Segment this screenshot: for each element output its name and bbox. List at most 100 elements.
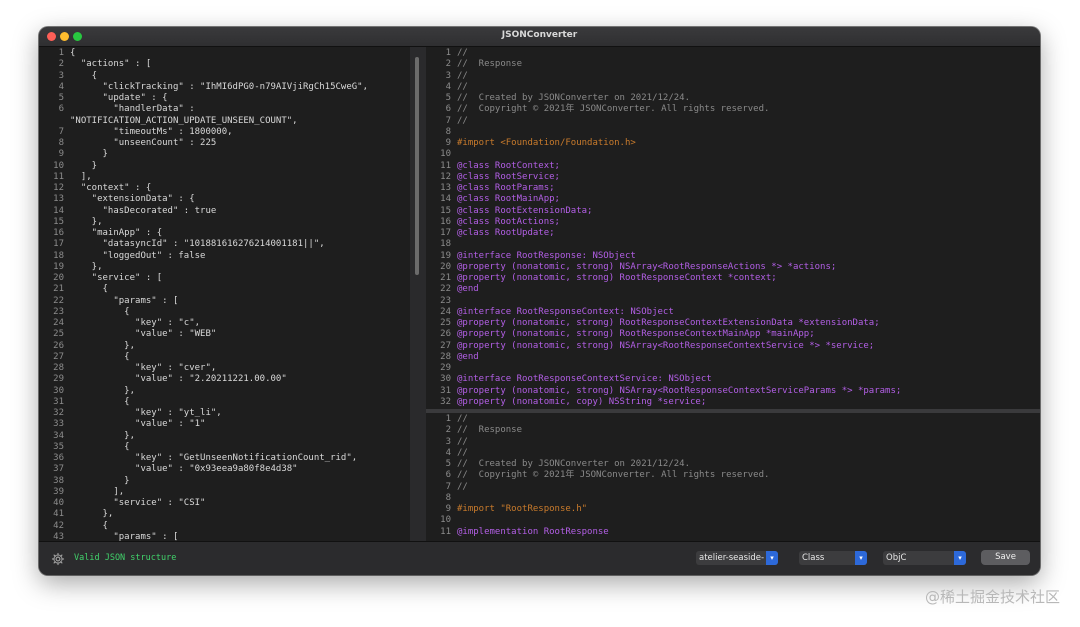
header-output-editor[interactable]: 1 // 2 // Response 3 // 4 // 5 // Created by JSON… <box>426 47 1040 409</box>
line-number: 4 <box>445 81 451 92</box>
line-number: 29 <box>53 374 64 385</box>
line-text: }, <box>70 261 103 272</box>
code-line: 12 @class RootService; <box>426 172 901 183</box>
code-line: 20 "service" : [ <box>39 273 368 284</box>
bottom-toolbar: Valid JSON structure atelier-seaside- ▾ … <box>39 541 1040 575</box>
line-number: 33 <box>53 419 64 430</box>
line-number: 30 <box>53 385 64 396</box>
code-line: 28 "key" : "cver", <box>39 363 368 374</box>
line-number: 39 <box>53 486 64 497</box>
code-line: 8 <box>426 493 769 504</box>
code-line: 27 @property (nonatomic, strong) NSArray<… <box>426 341 901 352</box>
line-text: { <box>70 441 130 452</box>
line-number: 14 <box>440 194 451 205</box>
code-line: 15 @class RootExtensionData; <box>426 206 901 217</box>
line-text: // Response <box>457 425 523 436</box>
code-line: "NOTIFICATION_ACTION_UPDATE_UNSEEN_COUNT… <box>39 116 368 127</box>
line-text: // <box>457 70 468 81</box>
line-number: 43 <box>53 531 64 541</box>
code-line: 5 "update" : { <box>39 93 368 104</box>
line-number: 21 <box>53 284 64 295</box>
line-text: // <box>457 115 468 126</box>
line-number: 8 <box>445 492 451 503</box>
line-text: // <box>457 414 468 424</box>
header-code-lines: 1 // 2 // Response 3 // 4 // 5 // Created by JSON… <box>426 48 901 408</box>
line-text: // <box>457 481 468 492</box>
line-text: "params" : [ <box>70 295 179 306</box>
code-line: 16 @class RootActions; <box>426 217 901 228</box>
line-number: 10 <box>440 149 451 160</box>
line-number: 14 <box>53 205 64 216</box>
line-number: 32 <box>53 408 64 418</box>
app-window: JSONConverter 1{2 "actions" : [3 {4 "cli… <box>39 27 1040 575</box>
line-number: 36 <box>53 453 64 463</box>
code-line: 18 <box>426 239 901 250</box>
line-number: 12 <box>440 171 451 182</box>
line-text: @class RootContext; <box>457 160 560 171</box>
line-text: @class RootMainApp; <box>457 194 560 205</box>
code-line: 41 }, <box>39 509 368 520</box>
line-text: { <box>70 306 130 317</box>
code-line: 9 #import "RootResponse.h" <box>426 504 769 515</box>
line-number: 16 <box>440 216 451 227</box>
code-line: 19 }, <box>39 262 368 273</box>
line-number: 7 <box>445 481 451 492</box>
code-line: 23 <box>426 296 901 307</box>
line-number: 9 <box>58 149 64 160</box>
vertical-splitter[interactable] <box>410 47 426 541</box>
code-line: 26 }, <box>39 341 368 352</box>
chevron-down-icon: ▾ <box>855 551 867 565</box>
implementation-output-editor[interactable]: 1 // 2 // Response 3 // 4 // 5 // Created by JSON… <box>426 413 1040 541</box>
code-line: 22 "params" : [ <box>39 296 368 307</box>
line-text: ], <box>70 486 125 497</box>
line-text: @end <box>457 284 479 295</box>
line-number: 29 <box>440 363 451 373</box>
left-editor-scrollbar[interactable] <box>415 57 419 275</box>
line-number: 2 <box>445 59 451 70</box>
line-text: @class RootUpdate; <box>457 228 555 238</box>
language-select[interactable]: ObjC ▾ <box>883 551 966 565</box>
line-text: "extensionData" : { <box>70 194 195 205</box>
line-number: 23 <box>53 306 64 317</box>
line-text: @class RootParams; <box>457 183 555 193</box>
line-number: 41 <box>53 509 64 520</box>
line-text: @end <box>457 351 479 362</box>
code-line: 24 @interface RootResponseContext: NSObje… <box>426 307 901 318</box>
line-number: 1 <box>445 414 451 424</box>
code-line: 29 "value" : "2.20211221.00.00" <box>39 374 368 385</box>
line-text: "value" : "0x93eea9a80f8e4d38" <box>70 464 298 475</box>
code-line: 25 "value" : "WEB" <box>39 329 368 340</box>
line-number: 16 <box>53 228 64 238</box>
code-line: 7 // <box>426 482 769 493</box>
line-number: 21 <box>440 273 451 283</box>
line-number: 24 <box>440 306 451 317</box>
line-text: }, <box>70 340 136 351</box>
code-line: 10 } <box>39 161 368 172</box>
line-number: 18 <box>440 239 451 250</box>
code-line: 9 } <box>39 149 368 160</box>
line-number: 7 <box>58 126 64 137</box>
type-select[interactable]: Class ▾ <box>799 551 867 565</box>
line-number: 5 <box>445 93 451 103</box>
code-line: 15 }, <box>39 217 368 228</box>
line-number: 13 <box>440 183 451 193</box>
code-line: 3 { <box>39 71 368 82</box>
json-code-lines: 1{2 "actions" : [3 {4 "clickTracking" : … <box>39 48 368 541</box>
watermark: @稀土掘金技术社区 <box>924 588 1060 606</box>
theme-select[interactable]: atelier-seaside- ▾ <box>696 551 778 565</box>
line-text: @property (nonatomic, copy) NSString *se… <box>457 396 707 407</box>
save-button[interactable]: Save <box>981 550 1030 565</box>
code-line: 43 "params" : [ <box>39 532 368 541</box>
line-text: { <box>70 70 98 81</box>
line-number: 26 <box>53 340 64 351</box>
line-number: 7 <box>445 115 451 126</box>
json-input-editor[interactable]: 1{2 "actions" : [3 {4 "clickTracking" : … <box>39 47 410 541</box>
line-number: 23 <box>440 295 451 306</box>
gear-icon[interactable] <box>51 552 65 566</box>
line-text: "unseenCount" : 225 <box>70 138 217 148</box>
line-text: } <box>70 475 130 486</box>
line-text: "value" : "2.20211221.00.00" <box>70 374 287 385</box>
line-text: // <box>457 48 468 58</box>
code-line: 4 // <box>426 82 901 93</box>
code-line: 6 // Copyright © 2021年 JSONConverter. All… <box>426 104 901 115</box>
